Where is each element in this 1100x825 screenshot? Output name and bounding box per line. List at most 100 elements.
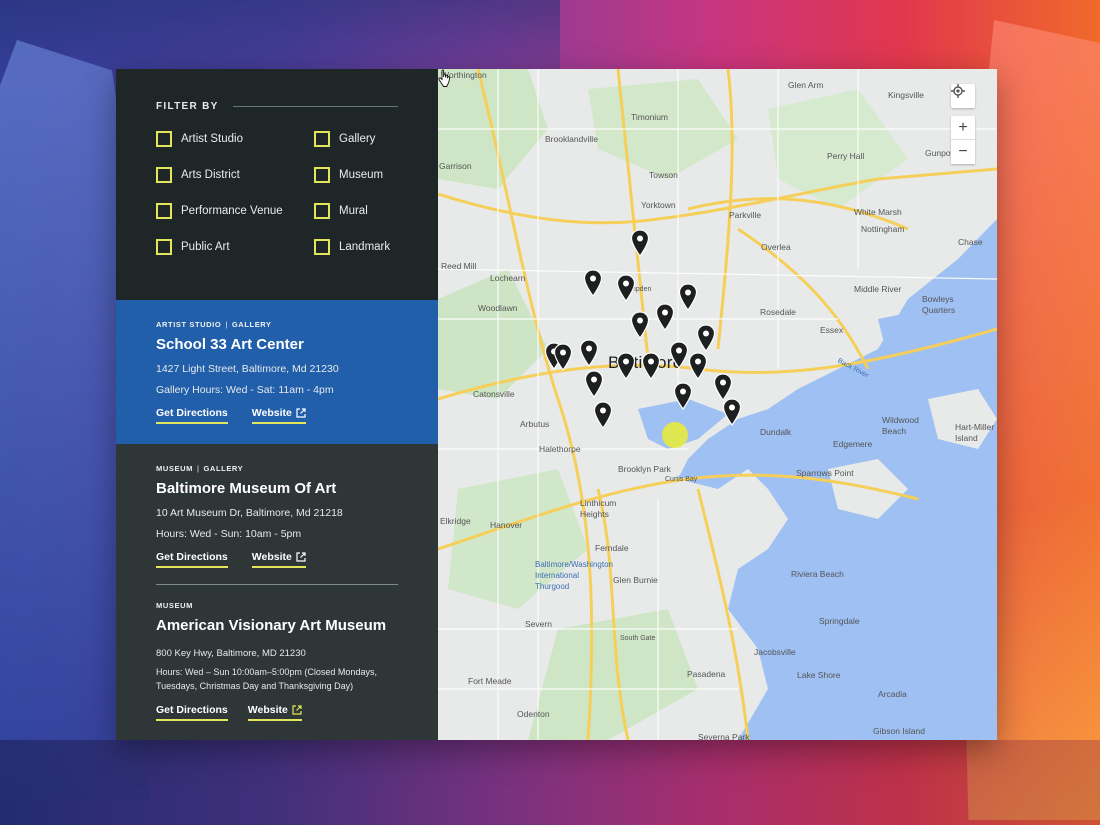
map-place-label: Ferndale xyxy=(595,543,629,553)
filter-label: Gallery xyxy=(339,133,376,145)
map-place-label: Fort Meade xyxy=(468,676,512,686)
map-place-label: Linthicum Heights xyxy=(580,498,617,519)
get-directions-link[interactable]: Get Directions xyxy=(156,407,228,424)
sidebar: FILTER BY Artist Studio Gallery Arts Dis… xyxy=(116,69,438,740)
zoom-out-button[interactable]: − xyxy=(951,140,975,164)
listing-categories: MUSEUM | GALLERY xyxy=(156,464,398,473)
map-pin-icon[interactable] xyxy=(616,352,636,380)
checkbox[interactable] xyxy=(156,239,172,255)
map-pin-icon[interactable] xyxy=(630,311,650,339)
filter-performance-venue[interactable]: Performance Venue xyxy=(156,203,314,219)
checkbox[interactable] xyxy=(314,167,330,183)
map-place-label: Garrison xyxy=(439,161,472,171)
map-pin-icon[interactable] xyxy=(616,274,636,302)
map-place-label: Nottingham xyxy=(861,224,905,234)
filter-gallery[interactable]: Gallery xyxy=(314,131,404,147)
map-pin-icon[interactable] xyxy=(630,229,650,257)
map-pin-icon[interactable] xyxy=(713,373,733,401)
website-link[interactable]: Website xyxy=(251,407,306,424)
map-place-label: Reed Mill xyxy=(441,261,477,271)
map-pin-icon[interactable] xyxy=(593,401,613,429)
map-pin-icon[interactable] xyxy=(583,269,603,297)
checkbox[interactable] xyxy=(156,167,172,183)
map-pin-icon[interactable] xyxy=(641,352,661,380)
category-tag: ARTIST STUDIO xyxy=(156,320,222,329)
filter-box: FILTER BY Artist Studio Gallery Arts Dis… xyxy=(116,69,438,300)
map-place-label: Woodlawn xyxy=(478,303,518,313)
map-canvas xyxy=(438,69,997,740)
map-pin-icon[interactable] xyxy=(669,341,689,369)
listing-hours: Gallery Hours: Wed - Sat: 11am - 4pm xyxy=(156,384,334,396)
listing-american-visionary-art-museum[interactable]: MUSEUM American Visionary Art Museum 800… xyxy=(116,585,438,740)
map-pin-icon[interactable] xyxy=(678,283,698,311)
locate-icon xyxy=(951,84,965,98)
map-place-label: Middle River xyxy=(854,284,902,294)
map-place-label: Lake Shore xyxy=(797,670,841,680)
filter-landmark[interactable]: Landmark xyxy=(314,239,404,255)
filter-label: Mural xyxy=(339,205,368,217)
map-place-label: Wildwood Beach xyxy=(882,415,919,436)
checkbox[interactable] xyxy=(314,203,330,219)
map-place-label: Glen Burnie xyxy=(613,575,658,585)
cursor-highlight xyxy=(662,422,688,448)
map-place-label: South Gate xyxy=(620,635,656,642)
map-place-label: Chase xyxy=(958,237,983,247)
listing-title: Baltimore Museum Of Art xyxy=(156,480,337,497)
filter-public-art[interactable]: Public Art xyxy=(156,239,314,255)
listing-title: School 33 Art Center xyxy=(156,336,304,353)
filter-title: FILTER BY xyxy=(156,101,219,112)
listing-hours: Hours: Wed – Sun 10:00am–5:00pm (Closed … xyxy=(156,667,377,691)
filter-museum[interactable]: Museum xyxy=(314,167,404,183)
category-separator: | xyxy=(225,320,228,329)
map-place-label: Jacobsville xyxy=(754,647,796,657)
map-place-label: Catonsville xyxy=(473,389,515,399)
map-place-label: Dundalk xyxy=(760,427,792,437)
map-pin-icon[interactable] xyxy=(584,370,604,398)
checkbox[interactable] xyxy=(156,203,172,219)
filter-divider xyxy=(232,106,398,107)
map-place-label: Hanover xyxy=(490,520,523,530)
map-pin-icon[interactable] xyxy=(722,398,742,426)
checkbox[interactable] xyxy=(156,131,172,147)
listing-baltimore-museum-of-art[interactable]: MUSEUM | GALLERY Baltimore Museum Of Art… xyxy=(116,444,438,584)
filter-arts-district[interactable]: Arts District xyxy=(156,167,314,183)
filter-label: Public Art xyxy=(181,241,230,253)
external-link-icon xyxy=(296,408,306,418)
listing-address: 800 Key Hwy, Baltimore, MD 21230 xyxy=(156,648,306,659)
website-link[interactable]: Website xyxy=(251,551,306,568)
listing-school-33[interactable]: ARTIST STUDIO | GALLERY School 33 Art Ce… xyxy=(116,300,438,444)
map-pin-icon[interactable] xyxy=(696,324,716,352)
listing-links: Get Directions Website xyxy=(156,407,398,424)
filter-header: FILTER BY xyxy=(156,101,398,112)
my-location-button[interactable] xyxy=(951,84,975,108)
filter-mural[interactable]: Mural xyxy=(314,203,404,219)
listing-title: American Visionary Art Museum xyxy=(156,617,387,634)
filter-label: Artist Studio xyxy=(181,133,243,145)
map-place-label: Rosedale xyxy=(760,307,796,317)
map-view[interactable]: Worthington Glen Arm Kingsville Timonium… xyxy=(438,69,997,740)
category-tag: MUSEUM xyxy=(156,464,193,473)
map-pin-icon[interactable] xyxy=(579,339,599,367)
checkbox[interactable] xyxy=(314,131,330,147)
get-directions-link[interactable]: Get Directions xyxy=(156,704,228,721)
zoom-in-button[interactable]: + xyxy=(951,116,975,140)
map-place-label: Essex xyxy=(820,325,844,335)
art-map-panel: FILTER BY Artist Studio Gallery Arts Dis… xyxy=(116,69,997,740)
link-label: Get Directions xyxy=(156,551,228,563)
map-pin-icon[interactable] xyxy=(655,303,675,331)
map-pin-icon[interactable] xyxy=(673,382,693,410)
map-place-label: Towson xyxy=(649,170,678,180)
map-place-label: Kingsville xyxy=(888,90,924,100)
map-pin-icon[interactable] xyxy=(553,343,573,371)
map-place-label: Hart-Miller Island xyxy=(955,422,995,443)
map-place-label: Elkridge xyxy=(440,516,471,526)
link-label: Website xyxy=(247,704,288,716)
filter-artist-studio[interactable]: Artist Studio xyxy=(156,131,314,147)
listing-links: Get Directions Website xyxy=(156,551,398,568)
website-link[interactable]: Website xyxy=(247,704,302,721)
map-pin-icon[interactable] xyxy=(688,352,708,380)
checkbox[interactable] xyxy=(314,239,330,255)
get-directions-link[interactable]: Get Directions xyxy=(156,551,228,568)
map-place-label: Gibson Island xyxy=(873,726,925,736)
map-place-label: Lochearn xyxy=(490,273,526,283)
